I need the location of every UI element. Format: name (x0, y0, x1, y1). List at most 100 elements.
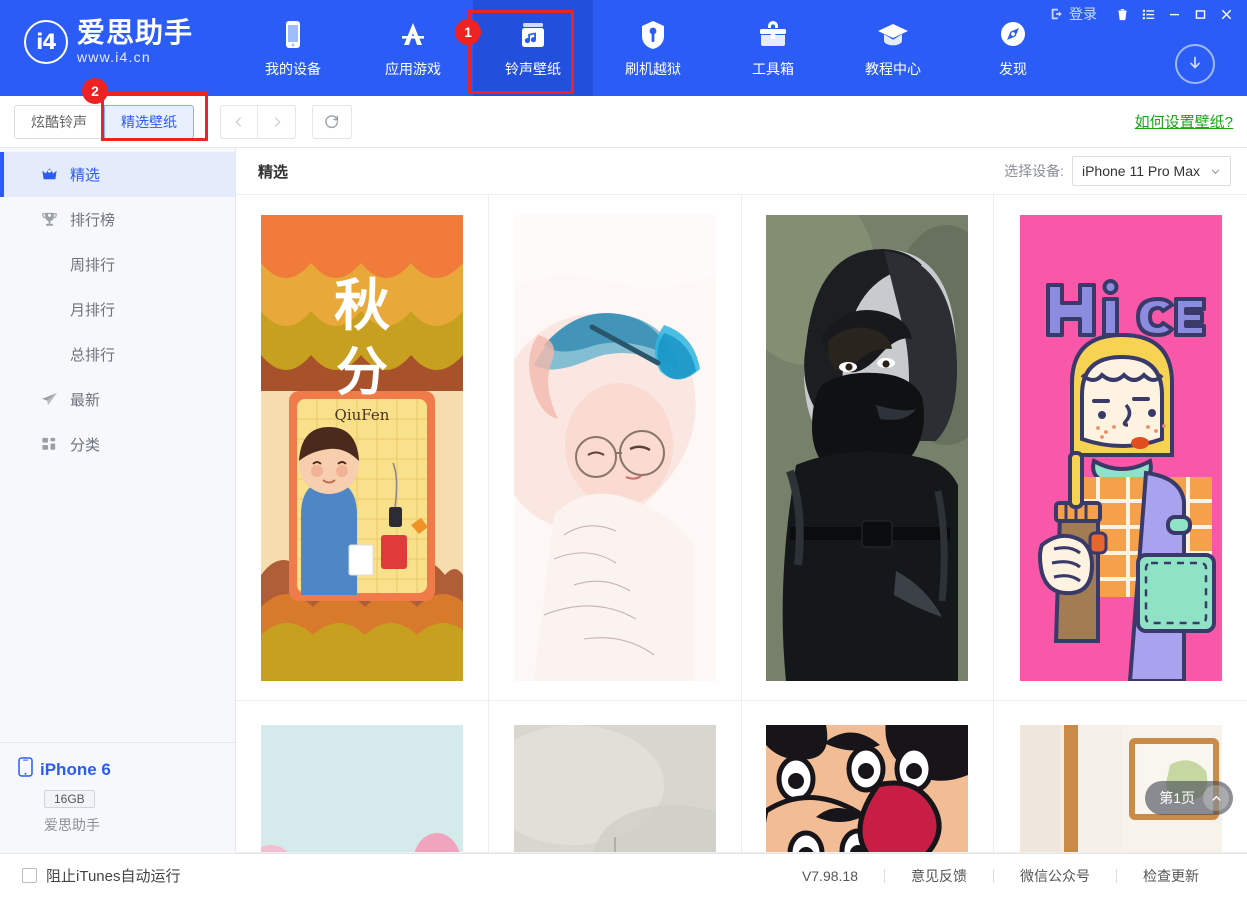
nav-label: 铃声壁纸 (505, 59, 561, 79)
wallpaper-art-hooded-person (766, 215, 968, 681)
device-selector-dropdown[interactable]: iPhone 11 Pro Max (1072, 156, 1231, 186)
tab-featured-wallpapers[interactable]: 精选壁纸 (104, 105, 194, 139)
nav-label: 刷机越狱 (625, 59, 681, 79)
wallpaper-thumbnail (1020, 215, 1222, 681)
back-button[interactable] (220, 105, 258, 139)
sidebar-item-latest[interactable]: 最新 (0, 377, 235, 422)
wallpaper-thumbnail (766, 215, 968, 681)
content-header: 精选 选择设备: iPhone 11 Pro Max (236, 148, 1247, 194)
wallpaper-cell[interactable] (742, 195, 995, 701)
nav-item-ringtone-wallpaper[interactable]: 铃声壁纸 (473, 0, 593, 96)
how-to-set-wallpaper-link[interactable]: 如何设置壁纸? (1135, 111, 1233, 132)
main-nav: 我的设备 应用游戏 铃声壁纸 刷机越狱 (233, 0, 1073, 96)
chevron-left-icon (232, 115, 246, 129)
maximize-icon[interactable] (1187, 1, 1213, 27)
sidebar-spacer (0, 467, 235, 742)
app-header: i4 爱思助手 www.i4.cn 我的设备 应用游戏 (0, 0, 1247, 96)
tab-cool-ringtones[interactable]: 炫酷铃声 (14, 105, 104, 139)
wallpaper-cell[interactable] (994, 195, 1247, 701)
list-icon[interactable] (1135, 1, 1161, 27)
device-selector: 选择设备: iPhone 11 Pro Max (1004, 156, 1231, 186)
sidebar-item-label: 月排行 (70, 299, 115, 320)
sidebar-item-ranking[interactable]: 排行榜 (0, 197, 235, 242)
nav-item-tutorial-center[interactable]: 教程中心 (833, 0, 953, 96)
checkbox-label: 阻止iTunes自动运行 (46, 865, 180, 886)
phone-icon (18, 757, 33, 782)
block-itunes-checkbox[interactable]: 阻止iTunes自动运行 (22, 865, 180, 886)
wallpaper-art-shinchan (766, 725, 968, 853)
close-icon[interactable] (1213, 1, 1239, 27)
nav-item-apps-games[interactable]: 应用游戏 (353, 0, 473, 96)
toolbox-icon (755, 17, 791, 53)
sidebar-item-label: 分类 (70, 434, 100, 455)
wallpaper-grid: QiuFen 秋 分 (236, 194, 1247, 853)
compass-icon (995, 17, 1031, 53)
wallpaper-thumbnail: QiuFen 秋 分 (261, 215, 463, 681)
brand-logo-icon: i4 (24, 20, 68, 64)
page-number: 第1页 (1159, 788, 1195, 808)
sidebar-item-category[interactable]: 分类 (0, 422, 235, 467)
wallpaper-cell[interactable] (489, 701, 742, 853)
device-selector-value: iPhone 11 Pro Max (1082, 163, 1200, 179)
chevron-up-icon (1210, 792, 1223, 805)
app-body: 精选 排行榜 周排行 月排行 总排行 (0, 148, 1247, 853)
sidebar-item-label: 总排行 (70, 344, 115, 365)
nav-item-my-device[interactable]: 我的设备 (233, 0, 353, 96)
paper-plane-icon (40, 390, 59, 409)
nav-label: 应用游戏 (385, 59, 441, 79)
sidebar-item-label: 最新 (70, 389, 100, 410)
trash-icon[interactable] (1109, 1, 1135, 27)
nav-item-flash-jailbreak[interactable]: 刷机越狱 (593, 0, 713, 96)
feedback-link[interactable]: 意见反馈 (885, 866, 993, 886)
scroll-to-top-button[interactable] (1203, 785, 1229, 811)
chevron-right-icon (270, 115, 284, 129)
refresh-icon (323, 113, 341, 131)
check-update-link[interactable]: 检查更新 (1117, 866, 1225, 886)
login-button[interactable]: 登录 (1050, 4, 1097, 24)
forward-button[interactable] (258, 105, 296, 139)
chevron-down-icon (1210, 166, 1221, 177)
sidebar-item-label: 精选 (70, 164, 100, 185)
annotation-badge-2: 2 (82, 78, 108, 104)
device-name: iPhone 6 (40, 760, 111, 780)
wallpaper-cell[interactable]: QiuFen 秋 分 (236, 195, 489, 701)
grid-icon (40, 435, 59, 454)
connected-device-panel[interactable]: iPhone 6 16GB 爱思助手 (0, 742, 235, 853)
content-area: 精选 选择设备: iPhone 11 Pro Max (236, 148, 1247, 853)
minimize-icon[interactable] (1161, 1, 1187, 27)
wechat-link[interactable]: 微信公众号 (994, 866, 1116, 886)
refresh-button[interactable] (312, 105, 352, 139)
window-controls: 登录 (1050, 0, 1247, 28)
wallpaper-thumbnail (514, 215, 716, 681)
wallpaper-art-nice-girl (1020, 215, 1222, 681)
annotation-badge-1: 1 (455, 19, 481, 45)
nav-label: 我的设备 (265, 59, 321, 79)
sidebar-item-weekly-ranking[interactable]: 周排行 (0, 242, 235, 287)
status-bar-links: V7.98.18 意见反馈 微信公众号 检查更新 (776, 866, 1225, 886)
brand: i4 爱思助手 www.i4.cn (24, 18, 193, 65)
nav-label: 教程中心 (865, 59, 921, 79)
sidebar: 精选 排行榜 周排行 月排行 总排行 (0, 148, 236, 853)
checkbox-box[interactable] (22, 868, 37, 883)
version-label: V7.98.18 (776, 868, 884, 884)
login-label: 登录 (1069, 4, 1097, 24)
download-manager-button[interactable] (1175, 44, 1215, 84)
sidebar-item-total-ranking[interactable]: 总排行 (0, 332, 235, 377)
wallpaper-thumbnail (514, 725, 716, 853)
svg-text:QiuFen: QiuFen (334, 406, 389, 424)
wallpaper-art-pink-flowers (261, 725, 463, 853)
sub-toolbar: 炫酷铃声 精选壁纸 如何设置壁纸? (0, 96, 1247, 148)
download-arrow-icon (1185, 54, 1205, 74)
sidebar-item-monthly-ranking[interactable]: 月排行 (0, 287, 235, 332)
wallpaper-cell[interactable] (489, 195, 742, 701)
wallpaper-cell[interactable] (994, 701, 1247, 853)
nav-item-toolbox[interactable]: 工具箱 (713, 0, 833, 96)
wallpaper-art-watercolor-boy (514, 215, 716, 681)
flash-jailbreak-icon (635, 17, 671, 53)
wallpaper-cell[interactable] (742, 701, 995, 853)
nav-label: 工具箱 (752, 59, 794, 79)
sidebar-list: 精选 排行榜 周排行 月排行 总排行 (0, 148, 235, 467)
sidebar-item-featured[interactable]: 精选 (0, 152, 235, 197)
wallpaper-cell[interactable] (236, 701, 489, 853)
appstore-icon (395, 17, 431, 53)
